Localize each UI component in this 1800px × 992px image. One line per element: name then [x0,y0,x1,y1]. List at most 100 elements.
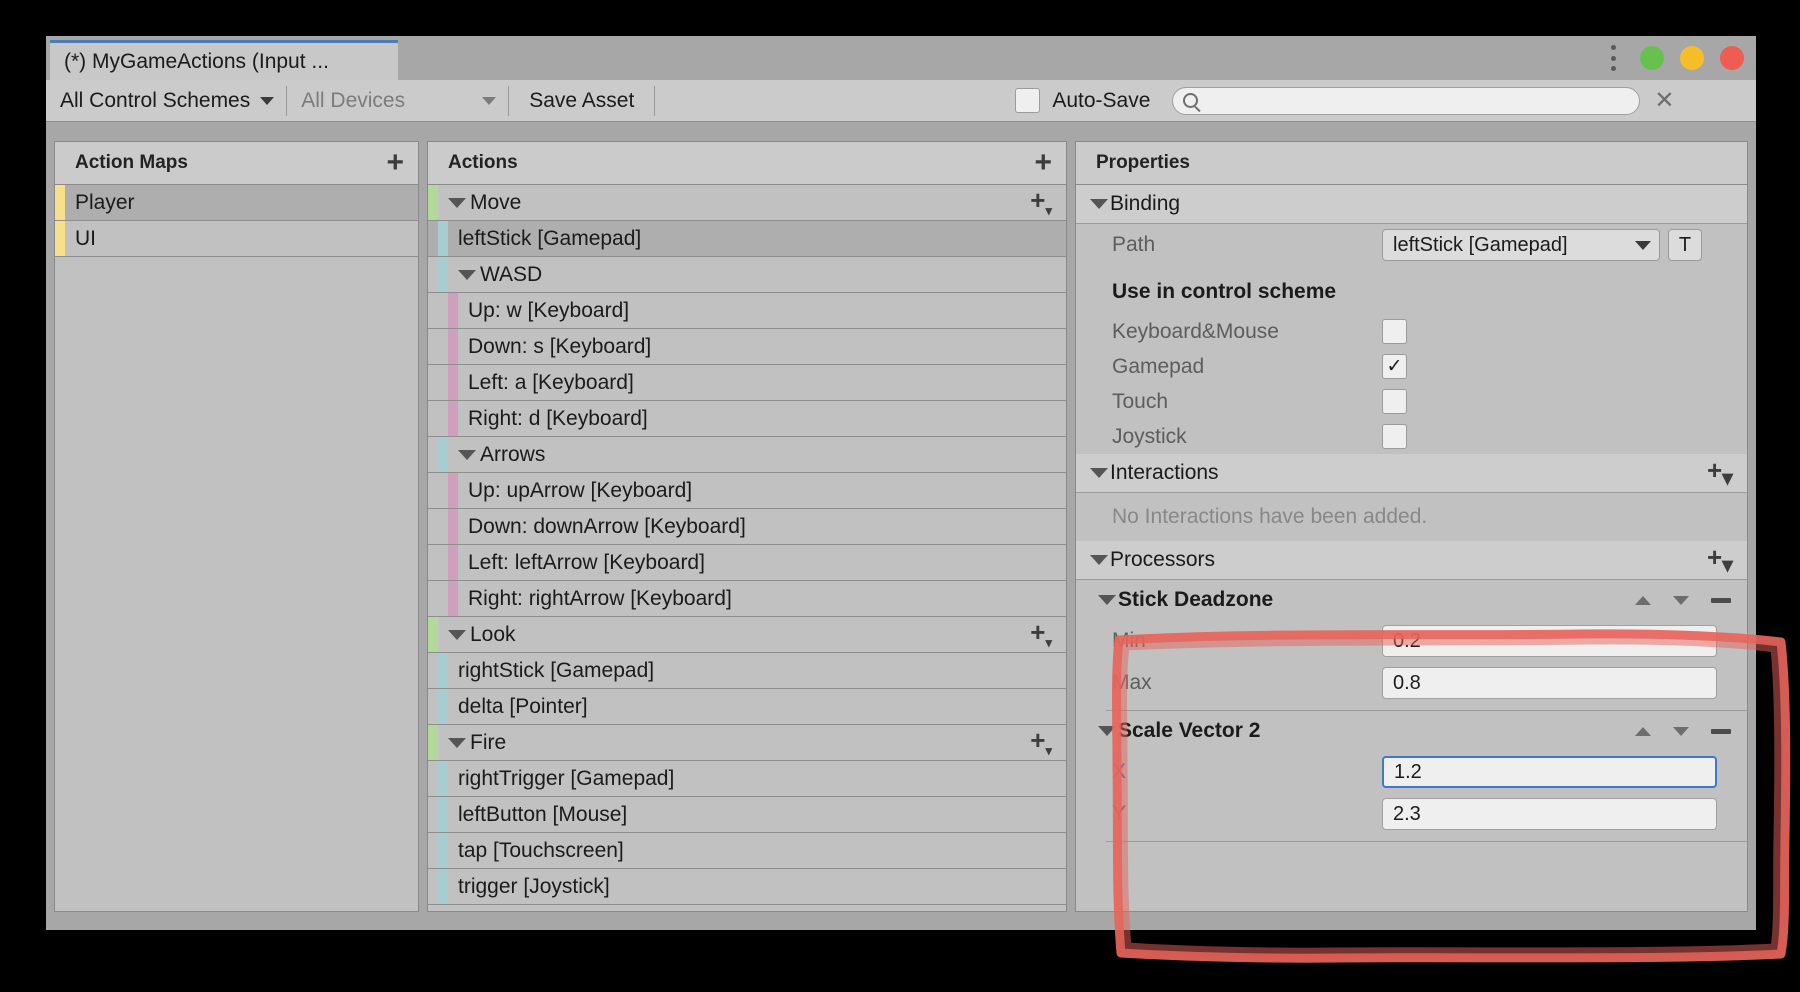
chevron-down-icon[interactable] [1098,726,1116,736]
search-input[interactable] [1204,90,1608,112]
control-scheme-row: Keyboard&Mouse [1076,314,1747,349]
tree-indent [428,221,438,256]
search-box[interactable] [1172,87,1640,115]
binding-section-header[interactable]: Binding [1076,185,1747,224]
remove-processor-icon[interactable] [1711,729,1731,734]
control-scheme-checkbox[interactable] [1382,319,1407,344]
row-accent-bar [448,545,458,580]
interactions-section-header[interactable]: Interactions +▾ [1076,454,1747,493]
path-dropdown[interactable]: leftStick [Gamepad] [1382,229,1660,261]
add-binding-button[interactable]: +▾ [1030,727,1052,757]
chevron-down-icon[interactable] [1098,595,1116,605]
control-scheme-checkbox[interactable]: ✓ [1382,354,1407,379]
row-label: WASD [478,263,542,287]
control-scheme-row: Gamepad✓ [1076,349,1747,384]
chevron-down-icon [260,97,274,105]
composite-row[interactable]: Arrows [428,437,1066,473]
row-label: tap [Touchscreen] [448,839,624,863]
binding-row[interactable]: Down: s [Keyboard] [428,329,1066,365]
tree-indent [428,329,438,364]
remove-processor-icon[interactable] [1711,598,1731,603]
action-row[interactable]: Fire+▾ [428,725,1066,761]
search-icon [1183,93,1198,108]
row-accent-bar [438,833,448,868]
tree-indent [428,581,438,616]
row-label: leftStick [Gamepad] [448,227,641,251]
processors-section-header[interactable]: Processors +▾ [1076,541,1747,580]
processor-header[interactable]: Stick Deadzone [1076,580,1747,620]
processor-field-input[interactable]: 0.2 [1382,625,1717,657]
close-button[interactable] [1720,46,1744,70]
binding-row[interactable]: Up: w [Keyboard] [428,293,1066,329]
processor-field-input[interactable]: 0.8 [1382,667,1717,699]
move-up-icon[interactable] [1635,727,1651,736]
move-up-icon[interactable] [1635,596,1651,605]
toolbar-divider [654,86,655,116]
move-down-icon[interactable] [1673,727,1689,736]
processor-header[interactable]: Scale Vector 2 [1076,711,1747,751]
row-label: Down: s [Keyboard] [458,335,651,359]
binding-row[interactable]: Up: upArrow [Keyboard] [428,473,1066,509]
control-scheme-checkbox[interactable] [1382,389,1407,414]
chevron-down-icon [1090,555,1108,565]
save-asset-button[interactable]: Save Asset [509,80,654,122]
row-accent-bar [428,725,438,760]
processor-field-input[interactable]: 1.2 [1382,756,1717,788]
binding-row[interactable]: Left: leftArrow [Keyboard] [428,545,1066,581]
path-text-mode-button[interactable]: T [1668,229,1702,261]
control-scheme-checkbox[interactable] [1382,424,1407,449]
binding-row[interactable]: Right: d [Keyboard] [428,401,1066,437]
chevron-down-icon[interactable] [448,198,466,208]
close-icon[interactable]: ✕ [1654,89,1674,113]
binding-row[interactable]: rightTrigger [Gamepad] [428,761,1066,797]
add-action-map-button[interactable]: + [386,148,404,178]
chevron-down-icon[interactable] [458,270,476,280]
chevron-down-icon[interactable] [448,738,466,748]
add-binding-button[interactable]: +▾ [1030,619,1052,649]
binding-section-title: Binding [1110,192,1180,216]
control-schemes-dropdown[interactable]: All Control Schemes [46,80,286,122]
tab-label: (*) MyGameActions (Input ... [64,50,329,74]
action-row[interactable]: Look +▾ [428,617,1066,653]
minimize-button[interactable] [1640,46,1664,70]
add-processor-button[interactable]: +▾ [1707,544,1733,576]
binding-row[interactable]: leftButton [Mouse] [428,797,1066,833]
control-scheme-label: Gamepad [1112,355,1382,379]
properties-title: Properties [1096,152,1190,174]
chevron-down-icon[interactable] [448,630,466,640]
binding-row[interactable]: leftStick [Gamepad] [428,221,1066,257]
action-map-row[interactable]: UI [55,221,418,257]
processor-field-input[interactable]: 2.3 [1382,798,1717,830]
binding-row[interactable]: Left: a [Keyboard] [428,365,1066,401]
binding-row[interactable]: Down: downArrow [Keyboard] [428,509,1066,545]
maximize-button[interactable] [1680,46,1704,70]
auto-save-label: Auto-Save [1052,89,1150,113]
binding-row[interactable]: tap [Touchscreen] [428,833,1066,869]
add-action-button[interactable]: + [1034,148,1052,178]
kebab-menu-icon[interactable] [1610,45,1616,71]
tree-indent [428,365,438,400]
editor-panes: Action Maps + PlayerUI Actions + Move+▾l… [46,123,1756,930]
row-label: trigger [Joystick] [448,875,610,899]
binding-row[interactable]: rightStick [Gamepad] [428,653,1066,689]
tree-indent [438,365,448,400]
tree-indent [428,257,438,292]
row-label: delta [Pointer] [448,695,588,719]
chevron-down-icon[interactable] [458,450,476,460]
binding-row[interactable]: trigger [Joystick] [428,869,1066,905]
composite-row[interactable]: WASD [428,257,1066,293]
binding-row[interactable]: delta [Pointer] [428,689,1066,725]
move-down-icon[interactable] [1673,596,1689,605]
auto-save-checkbox[interactable] [1015,88,1040,113]
actions-tree: Move+▾ leftStick [Gamepad] WASD Up: w [Keyb… [428,185,1066,905]
binding-row[interactable]: Right: rightArrow [Keyboard] [428,581,1066,617]
tab-mygameactions[interactable]: (*) MyGameActions (Input ... [50,40,398,80]
control-scheme-row: Joystick [1076,419,1747,454]
add-binding-button[interactable]: +▾ [1030,187,1052,217]
add-interaction-button[interactable]: +▾ [1707,457,1733,489]
row-accent-bar [438,869,448,904]
action-map-row[interactable]: Player [55,185,418,221]
row-label: Look [468,623,516,647]
devices-dropdown[interactable]: All Devices [287,80,508,122]
action-row[interactable]: Move+▾ [428,185,1066,221]
